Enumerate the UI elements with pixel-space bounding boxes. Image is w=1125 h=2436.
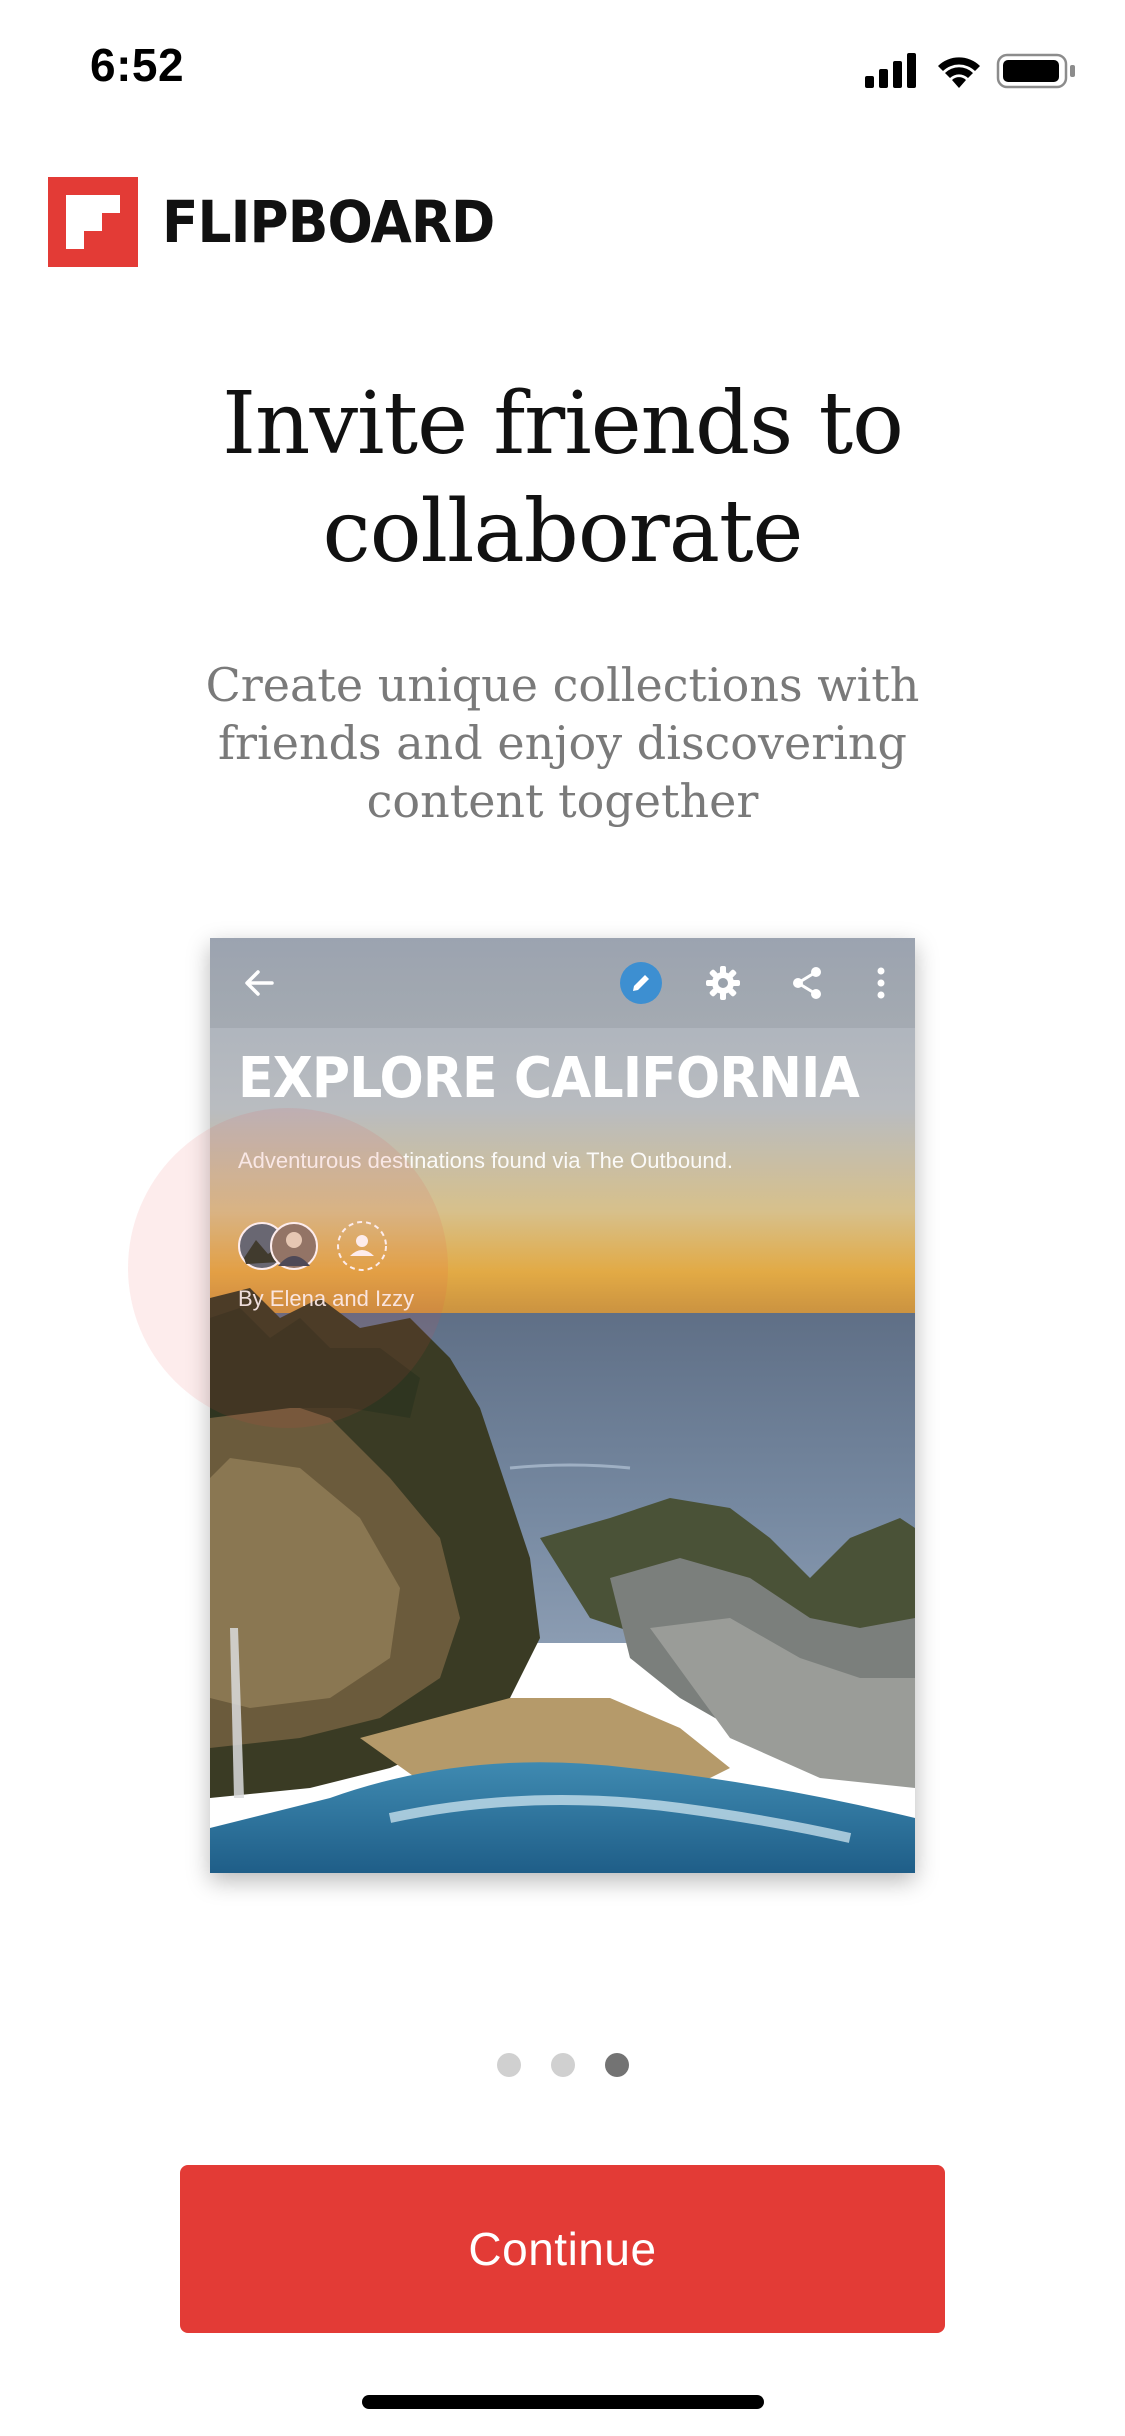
continue-button[interactable]: Continue <box>180 2165 945 2333</box>
page-indicator-dot[interactable] <box>550 2053 575 2077</box>
status-icons <box>865 53 1075 89</box>
more-vertical-icon[interactable] <box>858 960 904 1006</box>
flipboard-logo-icon <box>48 177 138 267</box>
gear-icon[interactable] <box>700 960 746 1006</box>
page-subtitle: Create unique collections with friends a… <box>0 656 1125 830</box>
page-indicator-dot[interactable] <box>496 2053 521 2077</box>
page-subtitle-line: Create unique collections with <box>205 658 920 712</box>
back-arrow-icon[interactable] <box>236 960 282 1006</box>
card-toolbar <box>210 938 915 1028</box>
page-indicator <box>0 2053 1125 2077</box>
share-icon[interactable] <box>784 960 830 1006</box>
magazine-title: EXPLORE CALIFORNIA <box>238 1046 860 1111</box>
wifi-icon <box>938 57 980 88</box>
page-subtitle-line: friends and enjoy discovering <box>218 716 907 770</box>
page-subtitle-line: content together <box>366 774 759 828</box>
status-bar: 6:52 <box>0 0 1125 140</box>
status-time: 6:52 <box>90 39 185 91</box>
page-title-line: Invite friends to <box>222 374 904 474</box>
page-indicator-dot-active[interactable] <box>604 2053 629 2077</box>
edit-pencil-icon[interactable] <box>618 960 664 1006</box>
brand-header: FLIPBOARD <box>48 176 523 268</box>
brand-name: FLIPBOARD <box>162 188 495 256</box>
page-title-line: collaborate <box>322 482 804 582</box>
cellular-signal-icon <box>865 53 916 88</box>
home-indicator[interactable] <box>362 2395 764 2409</box>
battery-icon <box>996 53 1075 89</box>
touch-indicator <box>128 1108 448 1428</box>
page-title: Invite friends to collaborate <box>0 370 1125 586</box>
